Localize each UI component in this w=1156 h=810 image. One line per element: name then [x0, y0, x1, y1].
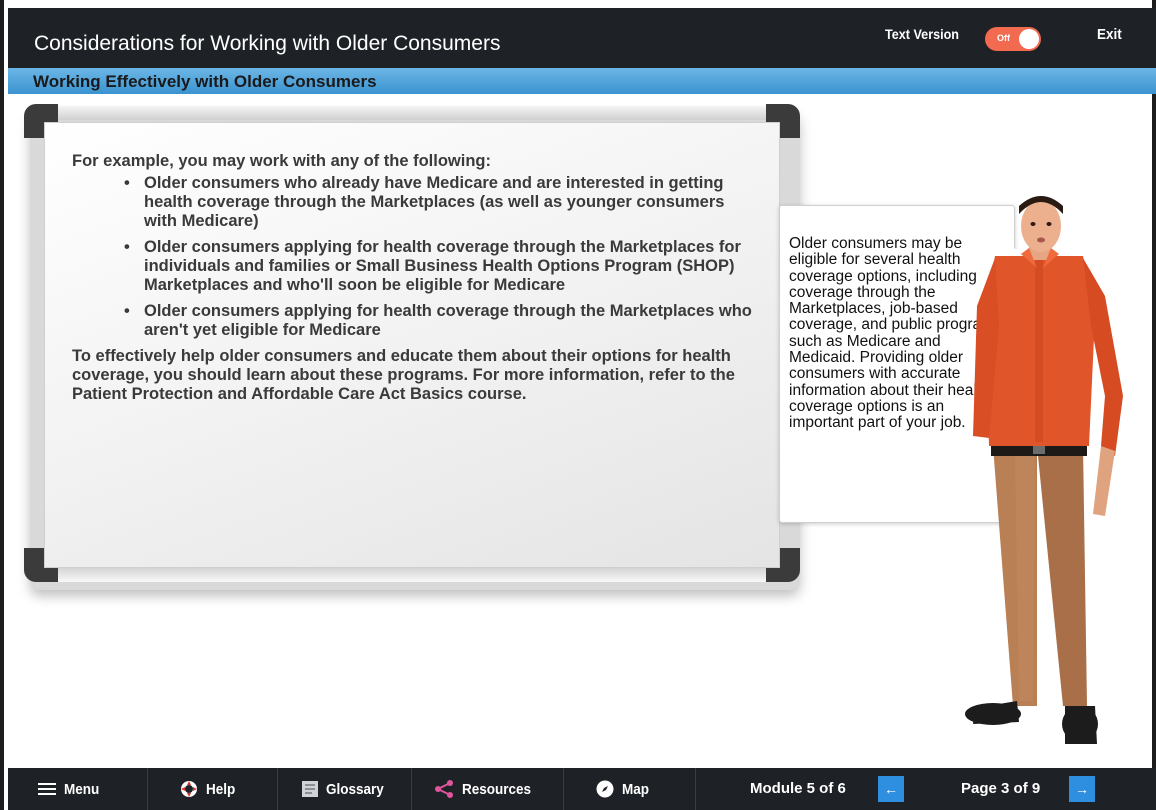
section-bar: Working Effectively with Older Consumers: [8, 68, 1156, 94]
menu-label: Menu: [64, 780, 100, 798]
list-item: • Older consumers applying for health cov…: [124, 302, 752, 339]
bullet-text: Older consumers who already have Medicar…: [144, 174, 725, 230]
exit-button[interactable]: Exit: [1097, 26, 1122, 43]
lifebuoy-icon: [181, 781, 197, 797]
section-title: Working Effectively with Older Consumers: [33, 72, 377, 91]
share-icon: [435, 780, 453, 798]
arrow-left-icon: ←: [884, 781, 898, 797]
map-label: Map: [622, 780, 649, 798]
arrow-right-icon: →: [1075, 781, 1089, 797]
bullet-list: • Older consumers who already have Medica…: [122, 174, 752, 340]
glossary-button[interactable]: Glossary: [278, 768, 412, 810]
footer-bar: Menu Help Glossary Resources Map Module …: [8, 768, 1156, 810]
toggle-state-label: Off: [997, 33, 1010, 43]
previous-page-button[interactable]: ←: [878, 776, 904, 802]
presenter-illustration: [965, 196, 1123, 744]
book-icon: [302, 781, 318, 797]
menu-button[interactable]: Menu: [8, 768, 148, 810]
page-indicator: Page 3 of 9: [961, 780, 1041, 797]
resources-label: Resources: [462, 780, 532, 798]
list-item: • Older consumers who already have Medica…: [124, 174, 725, 230]
intro-text: For example, you may work with any of th…: [72, 152, 491, 170]
whiteboard-bottom-rail: [58, 566, 766, 582]
resources-button[interactable]: Resources: [412, 768, 564, 810]
text-version-label: Text Version: [885, 26, 959, 42]
whiteboard-content: For example, you may work with any of th…: [72, 152, 752, 404]
help-button[interactable]: Help: [148, 768, 278, 810]
bullet-text: Older consumers applying for health cove…: [144, 238, 741, 294]
conclusion-text: To effectively help older consumers and …: [72, 347, 735, 403]
module-indicator: Module 5 of 6: [750, 780, 846, 797]
list-item: • Older consumers applying for health cov…: [124, 238, 741, 294]
header-bar: Considerations for Working with Older Co…: [8, 8, 1156, 68]
toggle-knob: [1019, 29, 1039, 49]
bullet-text: Older consumers applying for health cove…: [144, 302, 752, 339]
compass-icon: [596, 780, 614, 798]
help-label: Help: [206, 780, 236, 798]
glossary-label: Glossary: [326, 780, 384, 798]
text-version-toggle[interactable]: Off: [985, 27, 1041, 51]
hamburger-icon: [38, 783, 56, 795]
course-title: Considerations for Working with Older Co…: [34, 32, 501, 55]
next-page-button[interactable]: →: [1069, 776, 1095, 802]
whiteboard-top-rail: [58, 106, 766, 120]
map-button[interactable]: Map: [564, 768, 696, 810]
